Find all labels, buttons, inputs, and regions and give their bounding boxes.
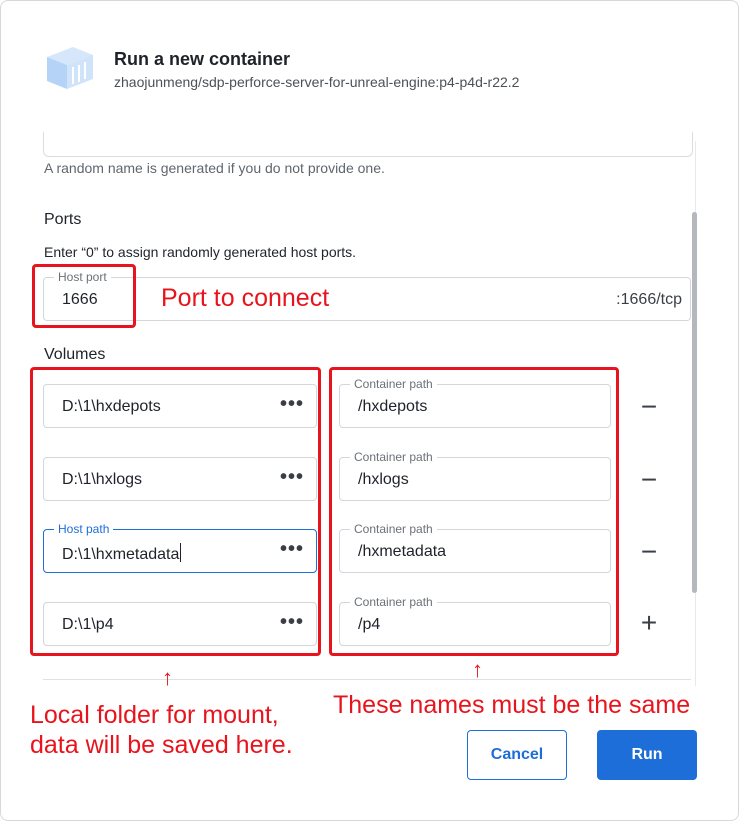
footer-divider: [43, 679, 691, 680]
ports-heading: Ports: [44, 211, 82, 228]
annotation-arrow-up-icon: ↑: [472, 657, 483, 682]
volumes-heading: Volumes: [44, 346, 106, 363]
image-name: zhaojunmeng/sdp-perforce-server-for-unre…: [114, 74, 520, 90]
container-name-input[interactable]: [43, 132, 693, 157]
remove-volume-button[interactable]: −: [637, 393, 661, 421]
annotation-local-line2: data will be saved here.: [30, 731, 293, 759]
add-volume-button[interactable]: +: [637, 609, 661, 637]
annotation-box-container-paths: [329, 367, 619, 656]
cancel-button[interactable]: Cancel: [467, 730, 567, 780]
annotation-box-host-paths: [30, 367, 321, 656]
remove-volume-button[interactable]: −: [637, 466, 661, 494]
dialog-title: Run a new container: [114, 49, 291, 69]
annotation-box-port: [32, 264, 136, 328]
scrollbar[interactable]: [692, 212, 697, 593]
ports-hint: Enter “0” to assign randomly generated h…: [44, 244, 357, 260]
host-port-field[interactable]: Host port 1666 :1666/tcp: [43, 269, 691, 321]
name-hint: A random name is generated if you do not…: [44, 160, 385, 176]
annotation-arrow-up-icon: ↑: [162, 665, 173, 690]
container-icon: [47, 47, 93, 89]
run-button[interactable]: Run: [597, 730, 697, 780]
annotation-port: Port to connect: [161, 284, 330, 312]
remove-volume-button[interactable]: −: [637, 538, 661, 566]
container-port-value: :1666/tcp: [616, 291, 682, 308]
annotation-same: These names must be the same: [333, 691, 691, 719]
run-container-dialog: Run a new container zhaojunmeng/sdp-perf…: [0, 0, 739, 821]
annotation-local-line1: Local folder for mount,: [30, 701, 279, 729]
